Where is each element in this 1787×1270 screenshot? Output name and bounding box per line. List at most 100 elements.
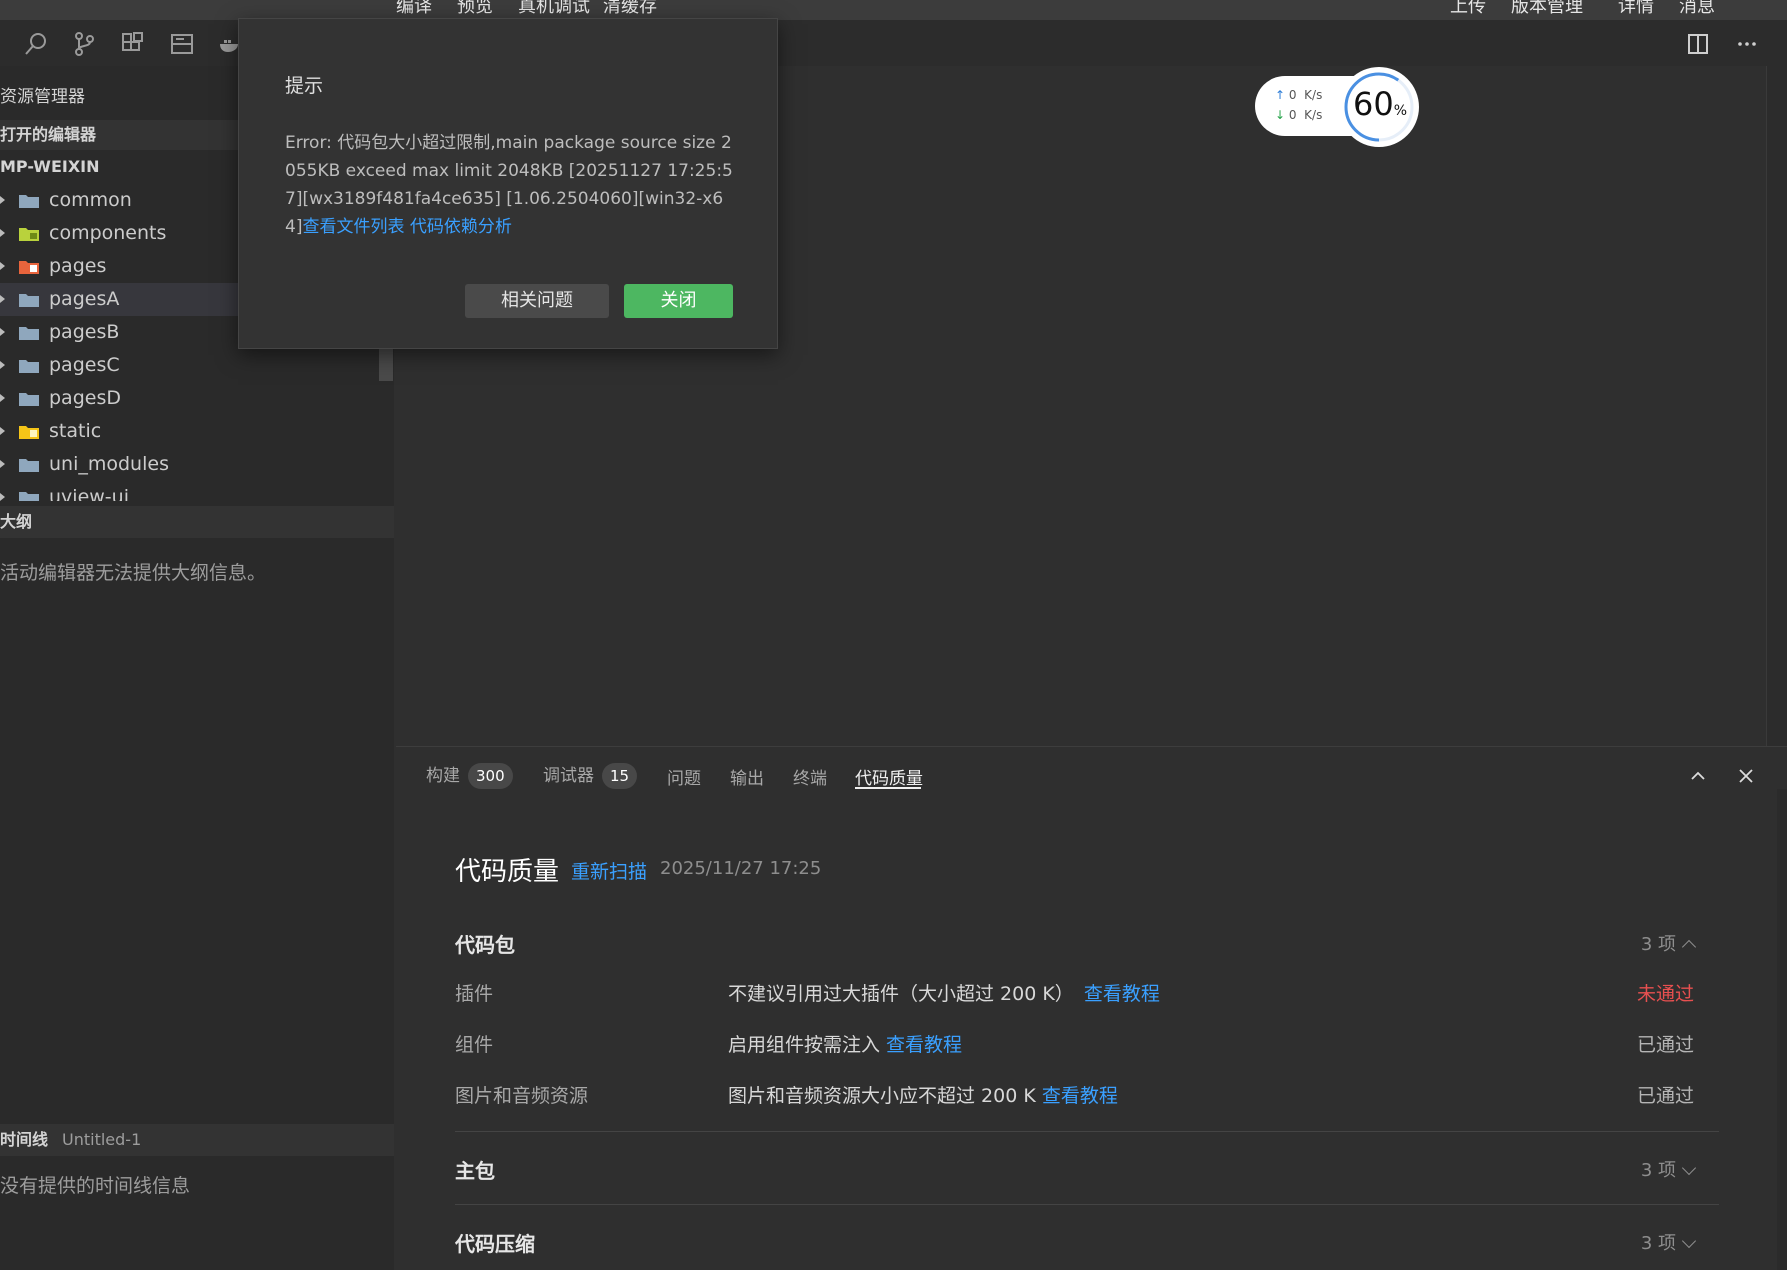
tab-badge: 15 [602,763,638,789]
dialog-title: 提示 [285,75,324,97]
chevron-right-icon [0,361,5,369]
chevron-right-icon [0,427,5,435]
tab-terminal[interactable]: 终端 [793,764,827,789]
arrow-down-icon: ↓ [1275,108,1286,122]
tutorial-link[interactable]: 查看教程 [1084,983,1160,1005]
check-name: 插件 [455,983,494,1005]
folder-icon [19,195,39,208]
sidebar-scrollbar[interactable] [379,345,393,381]
active-tab-indicator [855,787,921,789]
tree-item-pagesC[interactable]: pagesC [0,349,394,382]
chevron-up-icon [1681,939,1697,955]
tutorial-link[interactable]: 查看教程 [886,1034,962,1056]
top-menu-bar: 编译 预览 真机调试 清缓存 上传 版本管理 详情 消息 [0,0,1787,20]
chevron-right-icon [0,394,5,402]
editor-scrollbar[interactable] [1766,66,1787,746]
bottom-panel: 构建 300 调试器 15 问题 输出 终端 代码质量 代码质量 重新扫描 2025… [396,746,1787,1270]
code-quality-title: 代码质量 [455,857,560,887]
usage-percent: 60% [1353,85,1408,123]
tab-debugger[interactable]: 调试器 15 [543,761,638,789]
tree-item-static[interactable]: static [0,415,394,448]
timeline-title: 时间线 [0,1130,49,1149]
tutorial-link[interactable]: 查看教程 [1042,1085,1118,1107]
close-button[interactable]: 关闭 [624,284,733,318]
close-icon[interactable] [1738,768,1754,784]
group-count-package[interactable]: 3 项 [1641,930,1697,956]
tab-code-quality[interactable]: 代码质量 [855,764,923,789]
chevron-right-icon [0,493,5,501]
group-title-main-package[interactable]: 主包 [455,1155,495,1184]
chevron-right-icon [0,229,5,237]
tree-item-pagesD[interactable]: pagesD [0,382,394,415]
chevron-up-icon[interactable] [1690,768,1706,784]
tree-item-uni_modules[interactable]: uni_modules [0,448,394,481]
folder-icon [19,294,39,307]
chevron-down-icon [1681,1160,1697,1176]
timeline-header[interactable]: 时间线 Untitled-1 [0,1124,394,1156]
check-desc: 不建议引用过大插件（大小超过 200 K） 查看教程 [728,983,1160,1005]
outline-empty-message: 活动编辑器无法提供大纲信息。 [0,562,267,584]
menu-device-debug[interactable]: 真机调试 [518,0,590,18]
chevron-right-icon [0,196,5,204]
chevron-right-icon [0,328,5,336]
menu-upload[interactable]: 上传 [1450,0,1486,18]
folder-icon [19,393,39,406]
menu-compile[interactable]: 编译 [396,0,432,18]
upload-speed: ↑ 0 K/s [1275,88,1323,102]
chevron-right-icon [0,295,5,303]
tree-item-uview-ui[interactable]: uview-ui [0,481,394,501]
folder-components-icon [19,228,39,241]
status-badge: 已通过 [1636,1034,1694,1056]
explorer-title: 资源管理器 [0,87,85,107]
menu-details[interactable]: 详情 [1618,0,1654,18]
chevron-right-icon [0,262,5,270]
chevron-down-icon [1681,1233,1697,1249]
rescan-link[interactable]: 重新扫描 [571,857,647,884]
layout-icon[interactable] [170,32,194,56]
extensions-icon[interactable] [121,32,145,56]
group-title-package[interactable]: 代码包 [455,929,515,958]
arrow-up-icon: ↑ [1275,88,1286,102]
timeline-empty-message: 没有提供的时间线信息 [0,1175,191,1197]
tab-problems[interactable]: 问题 [667,764,701,789]
split-editor-icon[interactable] [1686,32,1710,56]
more-actions-icon[interactable] [1735,32,1759,56]
group-title-compression[interactable]: 代码压缩 [455,1228,535,1257]
check-name: 图片和音频资源 [455,1085,589,1107]
folder-icon [19,360,39,373]
view-file-list-link[interactable]: 查看文件列表 [302,217,404,237]
tab-output[interactable]: 输出 [730,764,764,789]
divider [455,1131,1719,1132]
check-desc: 图片和音频资源大小应不超过 200 K 查看教程 [728,1085,1118,1107]
folder-icon [19,459,39,472]
folder-pages-icon [19,261,39,274]
search-icon[interactable] [24,32,48,56]
group-count-compression[interactable]: 3 项 [1641,1229,1697,1255]
group-count-main-package[interactable]: 3 项 [1641,1156,1697,1182]
folder-icon [19,492,39,501]
tab-build[interactable]: 构建 300 [426,761,513,789]
divider [455,1204,1719,1205]
check-name: 组件 [455,1034,494,1056]
outline-header[interactable]: 大纲 [0,506,394,538]
download-speed: ↓ 0 K/s [1275,108,1323,122]
chevron-right-icon [0,460,5,468]
scan-timestamp: 2025/11/27 17:25 [660,858,822,879]
menu-messages[interactable]: 消息 [1679,0,1715,18]
related-issues-button[interactable]: 相关问题 [465,284,609,318]
menu-preview[interactable]: 预览 [457,0,493,18]
source-control-icon[interactable] [72,32,96,56]
folder-icon [19,327,39,340]
menu-version[interactable]: 版本管理 [1511,0,1583,18]
panel-scrollbar[interactable] [1777,789,1787,1270]
timeline-file: Untitled-1 [62,1130,142,1149]
dialog-message: Error: 代码包大小超过限制,main package source siz… [285,129,735,241]
usage-ring: 60% [1339,67,1419,147]
tab-badge: 300 [468,763,513,789]
dependency-analysis-link[interactable]: 代码依赖分析 [410,217,512,237]
folder-static-icon [19,426,39,439]
alert-dialog: 提示 Error: 代码包大小超过限制,main package source … [238,18,778,349]
check-desc: 启用组件按需注入 查看教程 [728,1034,963,1056]
status-badge: 未通过 [1636,983,1694,1005]
menu-clear-cache[interactable]: 清缓存 [603,0,657,18]
